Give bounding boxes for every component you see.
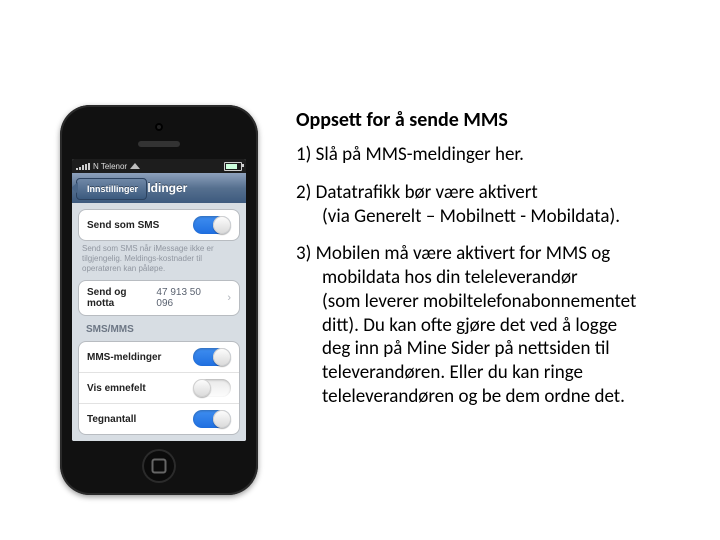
step-3-line7: teleleverandøren og be dem ordne det.	[296, 385, 625, 408]
row-value: 47 913 50 096	[156, 287, 220, 309]
row-label: MMS-meldinger	[87, 352, 161, 363]
row-label: Send og motta	[87, 287, 156, 309]
step-1: 1) Slå på MMS-meldinger her.	[296, 143, 712, 167]
row-label: Send som SMS	[87, 220, 159, 231]
instruction-text: Oppsett for å sende MMS 1) Slå på MMS-me…	[296, 108, 712, 423]
step-2-line2: (via Generelt – Mobilnett - Mobildata).	[296, 205, 620, 228]
home-button[interactable]	[142, 449, 176, 483]
group-send-receive: Send og motta 47 913 50 096 ›	[78, 280, 240, 316]
toggle-tegnantall[interactable]	[193, 410, 231, 428]
toggle-vis-emnefelt[interactable]	[193, 379, 231, 397]
group-note: Send som SMS når iMessage ikke er tilgje…	[82, 244, 236, 274]
back-label: Innstillinger	[87, 184, 138, 194]
row-mms-meldinger[interactable]: MMS-meldinger	[79, 342, 239, 372]
signal-bars-icon	[76, 163, 90, 170]
row-send-som-sms[interactable]: Send som SMS	[79, 210, 239, 240]
back-button[interactable]: Innstillinger	[76, 178, 147, 200]
wifi-icon	[130, 163, 140, 169]
settings-scroll[interactable]: Send som SMS Send som SMS når iMessage i…	[72, 203, 246, 441]
row-tegnantall[interactable]: Tegnantall	[79, 403, 239, 434]
step-3-line4: ditt). Du kan ofte gjøre det ved å logge	[296, 314, 617, 337]
step-3: 3) Mobilen må være aktivert for MMS og m…	[296, 242, 712, 408]
group-send-sms: Send som SMS	[78, 209, 240, 241]
group-smsmms: MMS-meldinger Vis emnefelt Tegnantall	[78, 341, 240, 435]
battery-icon	[224, 162, 242, 171]
earpiece	[138, 141, 180, 147]
row-vis-emnefelt[interactable]: Vis emnefelt	[79, 372, 239, 403]
step-3-line5: deg inn på Mine Sider på nettsiden til	[296, 337, 610, 360]
section-label-smsmms: SMS/MMS	[86, 324, 234, 335]
row-send-og-motta[interactable]: Send og motta 47 913 50 096 ›	[79, 281, 239, 315]
row-label: Tegnantall	[87, 414, 136, 425]
chevron-right-icon: ›	[227, 292, 231, 304]
instruction-title: Oppsett for å sende MMS	[296, 108, 712, 133]
step-3-line2: mobildata hos din teleleverandør	[296, 266, 578, 289]
status-bar: N Telenor	[72, 159, 246, 173]
carrier-label: N Telenor	[93, 162, 127, 171]
step-2-line1: 2) Datatrafikk bør være aktivert	[296, 181, 538, 204]
step-3-line1: 3) Mobilen må være aktivert for MMS og	[296, 242, 610, 265]
step-3-line6: televerandøren. Eller du kan ringe	[296, 361, 583, 384]
step-3-line3: (som leverer mobiltelefonabonnementet	[296, 290, 636, 313]
nav-bar: Innstillinger Meldinger	[72, 173, 246, 204]
iphone-device: N Telenor Innstillinger Meldinger Send s…	[60, 105, 258, 495]
iphone-screen: N Telenor Innstillinger Meldinger Send s…	[72, 159, 246, 441]
camera-dot	[155, 123, 163, 131]
row-label: Vis emnefelt	[87, 383, 146, 394]
toggle-mms-meldinger[interactable]	[193, 348, 231, 366]
toggle-send-som-sms[interactable]	[193, 216, 231, 234]
step-2: 2) Datatrafikk bør være aktivert (via Ge…	[296, 181, 712, 229]
